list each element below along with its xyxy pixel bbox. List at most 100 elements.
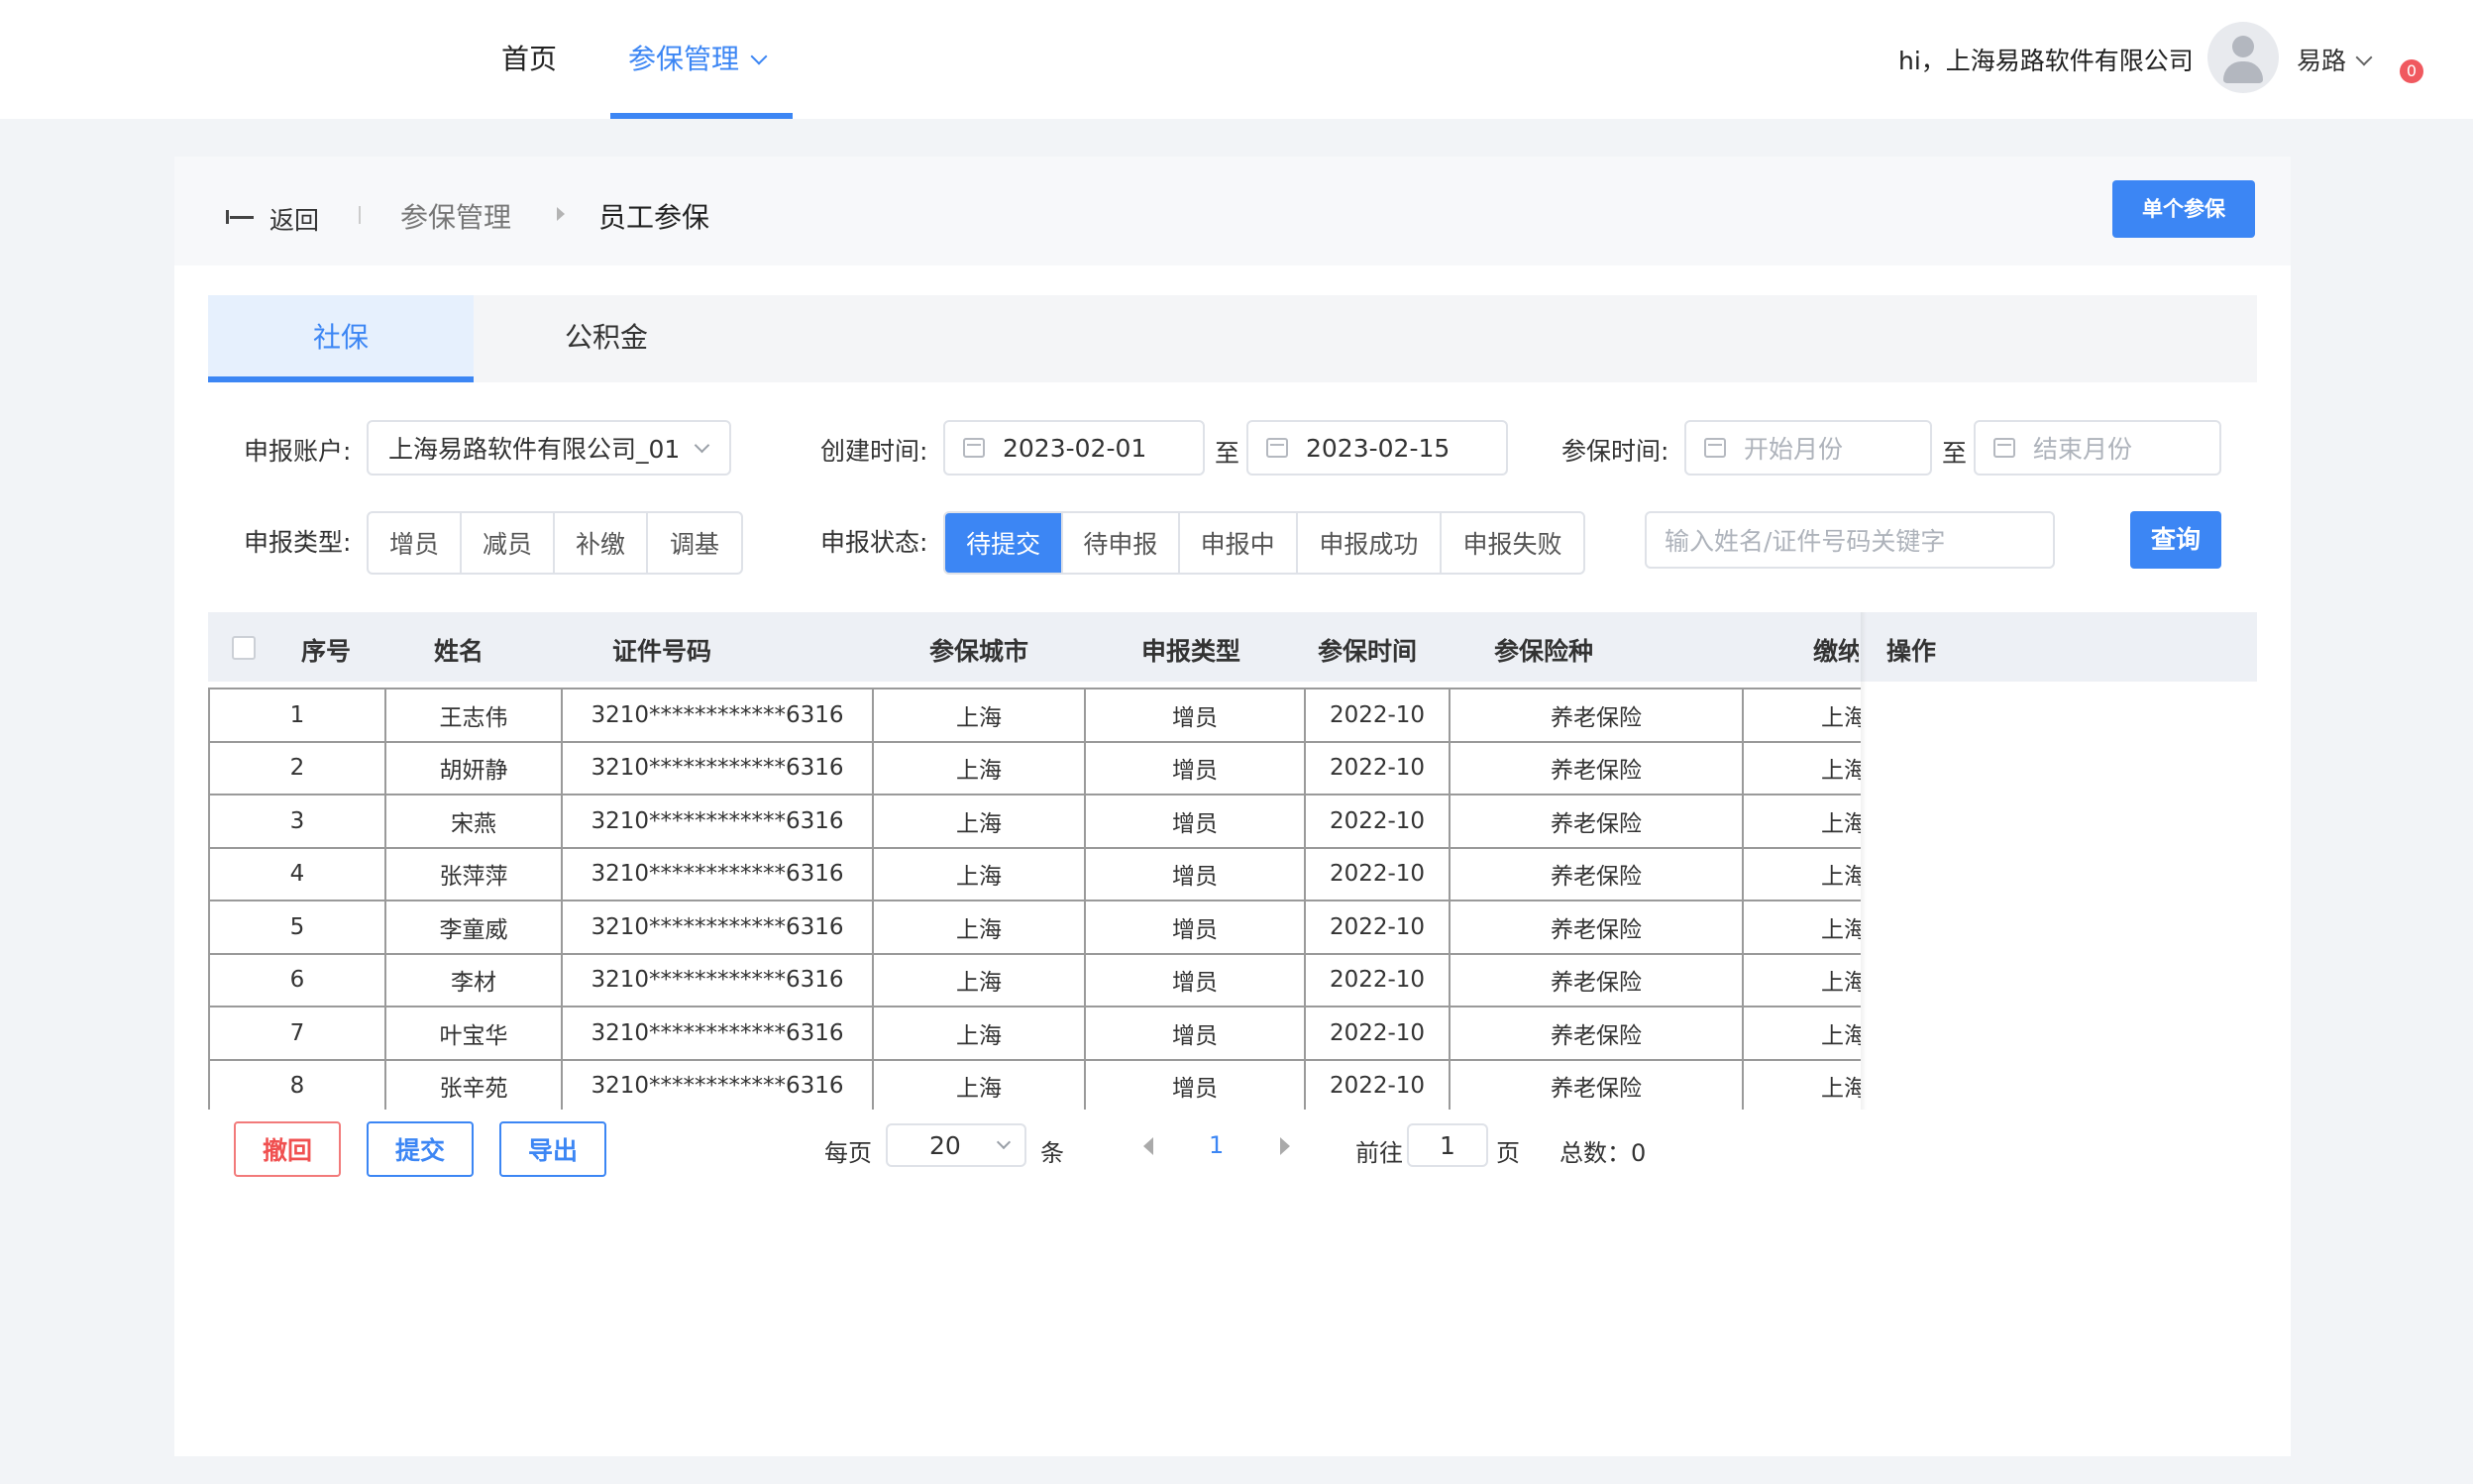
cell-insurance-type: 养老保险 [1449, 688, 1744, 743]
avatar[interactable] [2207, 22, 2279, 93]
enroll-end-month-placeholder: 结束月份 [2033, 435, 2133, 464]
user-icon-body [2223, 61, 2263, 83]
declare-status-group: 待提交 待申报 申报中 申报成功 申报失败 [943, 511, 1585, 575]
cell-declare-type: 增员 [1084, 900, 1306, 955]
data-table: 1 王志伟 3210************6316 上海 增员 2022-10 养老保险上… [208, 688, 1861, 1110]
cell-city: 上海 [872, 740, 1086, 795]
nav-active-indicator [610, 113, 793, 119]
back-arrow-icon[interactable] [226, 208, 258, 224]
prev-page-icon[interactable] [1143, 1137, 1153, 1155]
select-all-checkbox[interactable] [232, 636, 256, 660]
col-header-enroll-time: 参保时间 [1318, 637, 1418, 666]
created-time-label: 创建时间: [820, 437, 928, 466]
col-header-declare-type: 申报类型 [1141, 637, 1241, 666]
goto-unit: 页 [1496, 1139, 1520, 1167]
chevron-right-icon [557, 207, 565, 221]
tab-housing-fund[interactable]: 公积金 [474, 295, 739, 382]
back-link[interactable]: 返回 [269, 201, 319, 237]
range-separator: 至 [1942, 439, 1968, 468]
submit-button[interactable]: 提交 [367, 1121, 474, 1177]
cell-city: 上海 [872, 794, 1086, 849]
cell-declare-type: 增员 [1084, 952, 1306, 1007]
breadcrumb-divider [359, 206, 361, 224]
breadcrumb-parent[interactable]: 参保管理 [400, 196, 511, 236]
cell-index: 5 [208, 900, 386, 955]
declare-type-group: 增员 减员 补缴 调基 [367, 511, 743, 575]
cell-name: 宋燕 [384, 794, 563, 849]
chevron-down-icon [694, 437, 710, 454]
cell-city: 上海 [872, 1058, 1086, 1110]
goto-page-input[interactable]: 1 [1407, 1123, 1488, 1167]
status-success-button[interactable]: 申报成功 [1298, 513, 1442, 573]
cell-declare-type: 增员 [1084, 846, 1306, 901]
col-header-index: 序号 [301, 637, 352, 666]
single-enroll-button[interactable]: 单个参保 [2112, 180, 2255, 238]
account-label: 申报账户: [244, 437, 352, 466]
table-row[interactable]: 4 张萍萍 3210************6316 上海 增员 2022-10 养老保险上… [208, 846, 1861, 901]
cell-index: 6 [208, 952, 386, 1007]
fixed-column-shadow [1861, 612, 1867, 1110]
cell-insurance-type: 养老保险 [1449, 1006, 1744, 1061]
status-pending-declare-button[interactable]: 待申报 [1063, 513, 1180, 573]
cell-declare-type: 增员 [1084, 794, 1306, 849]
type-reduce-button[interactable]: 减员 [462, 513, 555, 573]
created-end-date-input[interactable]: 2023-02-15 [1246, 420, 1508, 476]
table-row[interactable]: 1 王志伟 3210************6316 上海 增员 2022-10 养老保险上… [208, 688, 1861, 743]
enroll-end-month-input[interactable]: 结束月份 [1974, 420, 2221, 476]
query-button[interactable]: 查询 [2130, 511, 2221, 569]
export-button[interactable]: 导出 [499, 1121, 606, 1177]
cell-id-number: 3210************6316 [561, 794, 874, 849]
per-page-unit: 条 [1040, 1139, 1064, 1167]
cell-city: 上海 [872, 846, 1086, 901]
cell-name: 张萍萍 [384, 846, 563, 901]
status-failed-button[interactable]: 申报失败 [1442, 513, 1583, 573]
notification-badge[interactable]: 0 [2400, 59, 2423, 83]
tab-social-insurance[interactable]: 社保 [208, 295, 474, 382]
enroll-start-month-input[interactable]: 开始月份 [1684, 420, 1932, 476]
cell-name: 王志伟 [384, 688, 563, 743]
cell-insurance-type: 养老保险 [1449, 794, 1744, 849]
cell-id-number: 3210************6316 [561, 740, 874, 795]
next-page-icon[interactable] [1280, 1137, 1290, 1155]
cell-index: 2 [208, 740, 386, 795]
table-row[interactable]: 3宋燕3210************6316上海增员2022-10养老保险上海… [208, 794, 1861, 849]
nav-insurance-management-label: 参保管理 [628, 43, 740, 75]
table-row[interactable]: 6李材3210************6316上海增员2022-10养老保险上海… [208, 952, 1861, 1007]
cell-insurance-type: 养老保险 [1449, 900, 1744, 955]
table-row[interactable]: 7 叶宝华 3210************6316 上海 增员 2022-10 养老保险上… [208, 1006, 1861, 1061]
user-name: 易路 [2297, 47, 2347, 75]
col-header-name: 姓名 [434, 637, 484, 666]
cell-city: 上海 [872, 952, 1086, 1007]
cell-enroll-time: 2022-10 [1304, 794, 1451, 849]
cell-enroll-time: 2022-10 [1304, 1006, 1451, 1061]
nav-home[interactable]: 首页 [501, 38, 557, 77]
account-select[interactable]: 上海易路软件有限公司_01 [367, 420, 731, 476]
created-start-date-input[interactable]: 2023-02-01 [943, 420, 1205, 476]
enroll-time-label: 参保时间: [1561, 437, 1669, 466]
greeting-text: hi，上海易路软件有限公司 [1898, 47, 2194, 75]
user-menu[interactable]: 易路 [2297, 42, 2373, 77]
status-declaring-button[interactable]: 申报中 [1180, 513, 1298, 573]
table-row[interactable]: 2 胡妍静 3210************6316 上海 增员 2022-10 养老保险上… [208, 740, 1861, 795]
goto-label: 前往 [1355, 1139, 1403, 1167]
withdraw-button[interactable]: 撤回 [234, 1121, 341, 1177]
cell-name: 张辛苑 [384, 1058, 563, 1110]
cell-payer: 上海易路 [1742, 846, 1861, 901]
current-page-number[interactable]: 1 [1209, 1131, 1224, 1159]
cell-enroll-time: 2022-10 [1304, 900, 1451, 955]
type-add-button[interactable]: 增员 [369, 513, 462, 573]
cell-city: 上海 [872, 900, 1086, 955]
nav-insurance-management[interactable]: 参保管理 [628, 38, 768, 77]
per-page-select[interactable]: 20 [886, 1123, 1026, 1167]
status-pending-submit-button[interactable]: 待提交 [945, 513, 1064, 573]
type-supplement-button[interactable]: 补缴 [555, 513, 648, 573]
type-adjust-base-button[interactable]: 调基 [648, 513, 741, 573]
table-row[interactable]: 8 张辛苑 3210************6316 上海 增员 2022-10 养老保险上… [208, 1058, 1861, 1110]
search-input[interactable]: 输入姓名/证件号码关键字 [1645, 511, 2055, 569]
declare-status-label: 申报状态: [820, 528, 928, 557]
col-header-city: 参保城市 [929, 637, 1029, 666]
cell-enroll-time: 2022-10 [1304, 846, 1451, 901]
cell-insurance-type: 养老保险 [1449, 740, 1744, 795]
cell-index: 1 [208, 688, 386, 743]
table-row[interactable]: 5 李童威 3210************6316 上海 增员 2022-10 养老保险上… [208, 900, 1861, 955]
